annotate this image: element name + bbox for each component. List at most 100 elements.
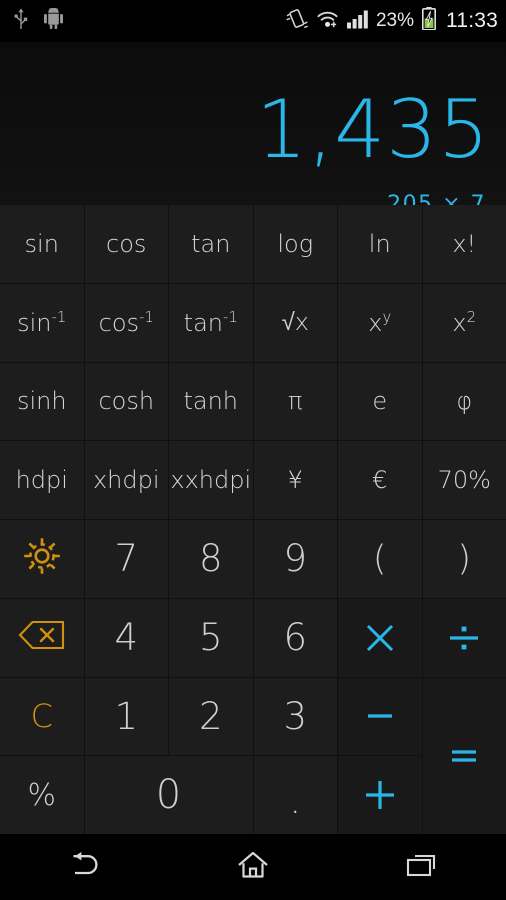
key-label: cos xyxy=(106,229,147,258)
key-log[interactable]: log xyxy=(253,205,337,283)
nav-recents-button[interactable] xyxy=(376,839,468,895)
android-screen: 23% 11:33 1,435 205 × 7 sincostanloglnx!… xyxy=(0,0,506,900)
key-settings[interactable] xyxy=(0,520,84,598)
key-nine[interactable]: 9 xyxy=(253,520,337,598)
key-label: € xyxy=(372,466,388,495)
key-label: % xyxy=(27,777,56,813)
key-cosh[interactable]: cosh xyxy=(84,362,168,441)
key-label-exponent: 2 xyxy=(466,307,477,326)
key-label: sin xyxy=(24,229,59,258)
key-two[interactable]: 2 xyxy=(169,677,253,756)
key-backspace[interactable] xyxy=(0,598,84,677)
key-eight[interactable]: 8 xyxy=(169,520,253,598)
recent-apps-icon xyxy=(404,850,440,885)
vibrate-icon xyxy=(286,8,308,35)
key-label: . xyxy=(289,779,302,822)
key-five[interactable]: 5 xyxy=(169,598,253,677)
key-percent70[interactable]: 70% xyxy=(422,441,506,519)
key-tan[interactable]: tan xyxy=(169,205,253,283)
key-pi[interactable]: π xyxy=(253,362,337,441)
key-yen[interactable]: ¥ xyxy=(253,441,337,519)
key-label: C xyxy=(30,697,53,736)
android-navigation-bar xyxy=(0,834,506,900)
key-factorial[interactable]: x! xyxy=(422,205,506,283)
key-plus[interactable] xyxy=(338,756,422,834)
key-label: 3 xyxy=(283,694,308,738)
calculator-display[interactable]: 1,435 205 × 7 xyxy=(0,42,506,216)
key-tanh[interactable]: tanh xyxy=(169,362,253,441)
key-xhdpi[interactable]: xhdpi xyxy=(84,441,168,519)
key-rparen[interactable]: ) xyxy=(422,520,506,598)
key-square[interactable]: x2 xyxy=(422,283,506,362)
key-hdpi[interactable]: hdpi xyxy=(0,441,84,519)
battery-charging-icon xyxy=(422,7,436,35)
key-zero[interactable]: 0 xyxy=(84,756,253,834)
key-sinh[interactable]: sinh xyxy=(0,362,84,441)
key-four[interactable]: 4 xyxy=(84,598,168,677)
key-label-exponent: -1 xyxy=(139,307,154,326)
key-minus[interactable] xyxy=(338,677,422,756)
key-label-exponent: y xyxy=(382,307,392,326)
key-label: 8 xyxy=(198,537,223,581)
status-bar-clock: 11:33 xyxy=(446,9,498,32)
android-robot-icon xyxy=(44,7,63,34)
back-arrow-icon xyxy=(64,849,104,886)
key-label: x! xyxy=(452,229,477,258)
key-euro[interactable]: € xyxy=(338,441,422,519)
nav-back-button[interactable] xyxy=(38,839,130,895)
key-decimal[interactable]: . xyxy=(253,756,337,834)
signal-bars-icon xyxy=(346,9,368,34)
divide-icon xyxy=(447,621,481,655)
calculator-keypad: sin cos tan log ln x! sin-1 cos-1 tan-1 √x xy x2 sin… xyxy=(0,205,506,834)
gear-icon xyxy=(20,534,64,584)
key-label: ln xyxy=(368,229,391,258)
key-phi[interactable]: φ xyxy=(422,362,506,441)
key-label: hdpi xyxy=(15,466,68,495)
key-label: π xyxy=(288,387,303,416)
key-label-exponent: -1 xyxy=(51,307,67,326)
key-label: ¥ xyxy=(287,466,303,495)
equals-icon xyxy=(447,745,481,767)
key-equals[interactable] xyxy=(422,677,506,834)
key-label: sinh xyxy=(16,387,67,416)
key-seven[interactable]: 7 xyxy=(84,520,168,598)
key-multiply[interactable] xyxy=(338,598,422,677)
home-icon xyxy=(236,849,270,886)
key-sqrt[interactable]: √x xyxy=(253,283,337,362)
key-label: x2 xyxy=(452,307,477,337)
key-atan[interactable]: tan-1 xyxy=(169,283,253,362)
key-power[interactable]: xy xyxy=(338,283,422,362)
battery-percent-label: 23% xyxy=(375,10,414,31)
key-ln[interactable]: ln xyxy=(338,205,422,283)
key-label: 2 xyxy=(198,694,223,738)
key-label-exponent: -1 xyxy=(222,307,238,326)
key-three[interactable]: 3 xyxy=(253,677,337,756)
key-label: xxhdpi xyxy=(170,466,252,495)
key-label: cosh xyxy=(98,387,155,416)
nav-home-button[interactable] xyxy=(207,839,299,895)
key-sin[interactable]: sin xyxy=(0,205,84,283)
key-asin[interactable]: sin-1 xyxy=(0,283,84,362)
key-label: φ xyxy=(456,387,473,416)
key-label: tan xyxy=(191,229,231,258)
key-label: sin-1 xyxy=(17,307,67,337)
key-six[interactable]: 6 xyxy=(253,598,337,677)
result-value: 1,435 xyxy=(255,83,490,176)
key-acos[interactable]: cos-1 xyxy=(84,283,168,362)
key-one[interactable]: 1 xyxy=(84,677,168,756)
key-percent[interactable]: % xyxy=(0,756,84,834)
key-label: √x xyxy=(281,308,309,337)
key-clear[interactable]: C xyxy=(0,677,84,756)
key-label: 6 xyxy=(283,616,308,660)
key-xxhdpi[interactable]: xxhdpi xyxy=(169,441,253,519)
key-divide[interactable] xyxy=(422,598,506,677)
minus-icon xyxy=(363,706,397,726)
key-e[interactable]: e xyxy=(338,362,422,441)
key-label: 9 xyxy=(283,537,308,581)
key-label: 1 xyxy=(114,694,139,738)
key-lparen[interactable]: ( xyxy=(338,520,422,598)
multiply-icon xyxy=(363,621,397,655)
key-label: cos-1 xyxy=(98,307,154,337)
key-label: 0 xyxy=(155,772,182,819)
key-cos[interactable]: cos xyxy=(84,205,168,283)
